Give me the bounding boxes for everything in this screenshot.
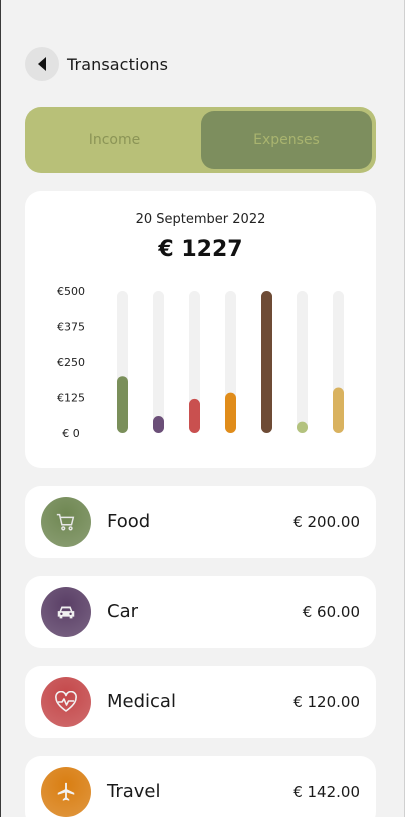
transaction-name: Medical — [107, 691, 176, 712]
transaction-amount: € 60.00 — [302, 603, 360, 621]
bar-4[interactable] — [225, 392, 236, 433]
bar-track — [153, 291, 164, 433]
bar-track — [297, 291, 308, 433]
expenses-chart-card: 20 September 2022 € 1227 €500 €375 €250 €12… — [25, 191, 376, 468]
tab-expenses[interactable]: Expenses — [201, 111, 372, 169]
back-arrow-icon — [38, 57, 46, 71]
y-tick-label: €500 — [57, 285, 85, 298]
transaction-amount: € 120.00 — [293, 693, 360, 711]
header: Transactions — [25, 47, 168, 81]
bar-1[interactable] — [117, 376, 128, 433]
medical-category-badge — [41, 677, 91, 727]
transaction-item-travel[interactable]: Travel € 142.00 — [25, 756, 376, 817]
cart-icon — [56, 513, 75, 531]
bar-chart: €500 €375 €250 €125 € 0 — [57, 285, 344, 440]
transaction-name: Car — [107, 601, 138, 622]
y-tick-label: € 0 — [62, 427, 80, 440]
food-category-badge — [41, 497, 91, 547]
page-title: Transactions — [67, 54, 169, 74]
transaction-name: Travel — [107, 781, 161, 802]
bar-6[interactable] — [297, 421, 308, 433]
y-tick-label: €250 — [57, 356, 85, 369]
bar-7[interactable] — [333, 387, 344, 433]
transaction-item-car[interactable]: Car € 60.00 — [25, 576, 376, 648]
bar-3[interactable] — [189, 398, 200, 433]
heartbeat-icon — [55, 691, 77, 712]
transaction-name: Food — [107, 511, 151, 532]
tab-income[interactable]: Income — [29, 111, 200, 169]
window-frame-left — [0, 0, 1, 817]
bar-2[interactable] — [153, 415, 164, 433]
car-category-badge — [41, 587, 91, 637]
transaction-amount: € 142.00 — [293, 783, 360, 801]
transaction-item-medical[interactable]: Medical € 120.00 — [25, 666, 376, 738]
airplane-icon — [57, 782, 75, 801]
car-icon — [57, 606, 75, 619]
income-expense-toggle: Income Expenses — [25, 107, 376, 173]
y-tick-label: €125 — [57, 392, 85, 405]
transaction-amount: € 200.00 — [293, 513, 360, 531]
bar-5[interactable] — [261, 291, 272, 433]
y-tick-label: €375 — [57, 321, 85, 334]
back-button[interactable] — [25, 47, 59, 81]
travel-category-badge — [41, 767, 91, 817]
transaction-item-food[interactable]: Food € 200.00 — [25, 486, 376, 558]
